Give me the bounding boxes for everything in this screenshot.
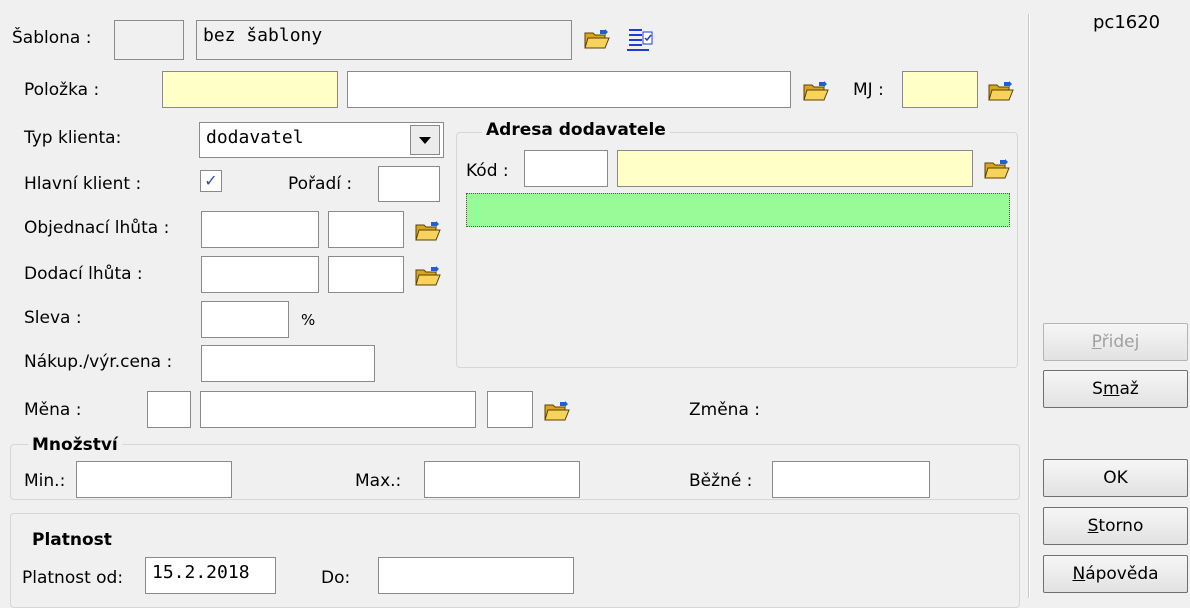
mena-browse-folder-icon[interactable] (544, 400, 570, 422)
mj-label: MJ : (853, 80, 884, 100)
sleva-label: Sleva : (24, 308, 82, 328)
mnozstvi-bezne-field[interactable] (772, 461, 930, 498)
typ-klienta-value: dodavatel (206, 127, 304, 148)
form-id: pc1620 (1093, 12, 1161, 33)
sleva-percent-unit: % (301, 311, 316, 329)
nakup-cena-label: Nákup./výr.cena : (24, 352, 173, 372)
poradi-field[interactable] (378, 166, 440, 202)
polozka-code-field[interactable] (162, 71, 338, 108)
adresa-address-field[interactable] (466, 193, 1010, 227)
adresa-dodavatele-title: Adresa dodavatele (482, 119, 670, 141)
platnost-do-label: Do: (321, 568, 351, 588)
hlavni-klient-checkbox[interactable]: ✓ (200, 170, 222, 192)
zmena-label: Změna : (689, 400, 760, 420)
template-list-icon[interactable] (627, 26, 653, 52)
mnozstvi-bezne-label: Běžné : (689, 471, 753, 491)
sablona-browse-folder-icon[interactable] (584, 28, 610, 50)
mnozstvi-max-label: Max.: (355, 471, 402, 491)
mena-name-field[interactable] (200, 391, 476, 428)
hlavni-klient-label: Hlavní klient : (24, 174, 142, 194)
adresa-kod-label: Kód : (466, 161, 509, 181)
sablona-name-field[interactable]: bez šablony (196, 20, 572, 60)
mnozstvi-max-field[interactable] (424, 461, 580, 498)
dodaci-lhuta-field-1[interactable] (201, 256, 319, 293)
chevron-down-icon (419, 137, 431, 144)
dodaci-lhuta-field-2[interactable] (328, 256, 404, 293)
typ-klienta-label: Typ klienta: (24, 128, 122, 148)
polozka-browse-folder-icon[interactable] (803, 80, 829, 102)
mj-field[interactable] (902, 71, 978, 108)
polozka-label: Položka : (24, 80, 100, 100)
platnost-od-label: Platnost od: (22, 568, 124, 588)
dodaci-lhuta-browse-folder-icon[interactable] (415, 265, 441, 287)
pridej-button[interactable]: Přidej (1043, 323, 1188, 361)
polozka-name-field[interactable] (347, 71, 791, 108)
dodaci-lhuta-label: Dodací lhůta : (24, 264, 143, 284)
mnozstvi-min-label: Min.: (24, 471, 66, 491)
mena-extra-field[interactable] (487, 391, 533, 428)
napoveda-button[interactable]: Nápověda (1043, 555, 1188, 593)
objednaci-lhuta-field-2[interactable] (328, 211, 404, 248)
mena-code-field[interactable] (147, 391, 191, 428)
right-separator-highlight (1029, 14, 1030, 598)
mnozstvi-title: Množství (28, 434, 122, 456)
platnost-od-field[interactable]: 15.2.2018 (145, 557, 276, 594)
platnost-do-field[interactable] (378, 557, 574, 594)
poradi-label: Pořadí : (288, 174, 353, 194)
objednaci-lhuta-field-1[interactable] (201, 211, 319, 248)
typ-klienta-dropdown-button[interactable] (410, 125, 440, 155)
sablona-label: Šablona : (12, 28, 92, 48)
sleva-field[interactable] (201, 301, 289, 338)
adresa-kod-field[interactable] (524, 150, 608, 187)
mj-browse-folder-icon[interactable] (988, 80, 1014, 102)
mnozstvi-min-field[interactable] (76, 461, 232, 498)
mena-label: Měna : (24, 400, 82, 420)
platnost-title: Platnost (28, 529, 116, 551)
nakup-cena-field[interactable] (201, 345, 375, 382)
adresa-name-field[interactable] (617, 150, 973, 187)
objednaci-lhuta-browse-folder-icon[interactable] (415, 220, 441, 242)
ok-button[interactable]: OK (1043, 459, 1188, 497)
smaz-button[interactable]: Smaž (1043, 370, 1188, 408)
storno-button[interactable]: Storno (1043, 507, 1188, 545)
adresa-browse-folder-icon[interactable] (984, 158, 1010, 180)
typ-klienta-select[interactable]: dodavatel (199, 122, 444, 158)
objednaci-lhuta-label: Objednací lhůta : (24, 218, 170, 238)
sablona-code-field[interactable] (114, 20, 184, 60)
